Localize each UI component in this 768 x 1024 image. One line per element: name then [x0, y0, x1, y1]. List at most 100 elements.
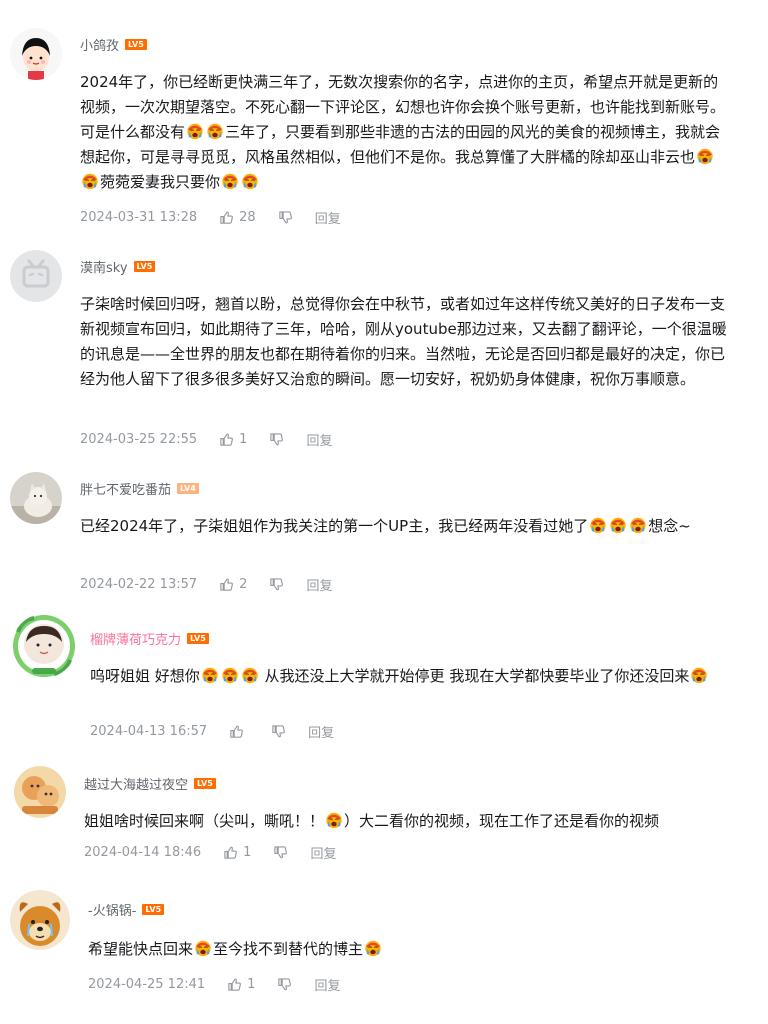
- comment-text-segment: 至今找不到替代的博主: [213, 940, 364, 958]
- crying-emoji-icon: [609, 516, 627, 534]
- reply-button[interactable]: 回复: [314, 975, 340, 994]
- level-badge: LV4: [177, 482, 199, 494]
- thumb-up-icon: [227, 977, 242, 992]
- reply-button[interactable]: 回复: [315, 208, 341, 227]
- dislike-button[interactable]: [277, 977, 292, 992]
- avatar[interactable]: [10, 890, 70, 950]
- comment-text: 2024年了，你已经断更快满三年了，无数次搜索你的名字，点进你的主页，希望点开就…: [80, 70, 728, 195]
- like-count: 2: [239, 576, 248, 592]
- comment-meta: 2024-02-22 13:57 2 回复: [80, 574, 332, 594]
- like-button[interactable]: 1: [219, 432, 247, 447]
- crying-emoji-icon: [186, 122, 204, 140]
- like-count: 1: [239, 431, 248, 447]
- level-badge: LV5: [187, 632, 209, 644]
- avatar-dog-icon: [10, 890, 70, 950]
- crying-emoji-icon: [696, 147, 714, 165]
- comment-text: 子柒啥时候回归呀，翘首以盼，总觉得你会在中秋节，或者如过年这样传统又美好的日子发…: [80, 292, 728, 392]
- thumb-up-icon: [223, 845, 238, 860]
- comment-meta: 2024-04-14 18:46 1 回复: [84, 842, 336, 862]
- comment-text-segment: 从我还没上大学就开始停更 我现在大学都快要毕业了你还没回来: [259, 667, 690, 685]
- comment-text: 希望能快点回来 至今找不到替代的博主: [88, 937, 728, 962]
- crying-emoji-icon: [241, 666, 259, 684]
- username[interactable]: 越过大海越过夜空: [84, 774, 188, 793]
- dislike-button[interactable]: [278, 210, 293, 225]
- avatar-girl-icon: [10, 28, 62, 80]
- like-count: 28: [239, 209, 256, 225]
- like-button[interactable]: 28: [219, 210, 256, 225]
- thumb-up-icon: [219, 577, 234, 592]
- avatar-cat-icon: [10, 472, 62, 524]
- comment-text: 已经2024年了，子柒姐姐作为我关注的第一个UP主，我已经两年没看过她了 想念~: [80, 514, 728, 539]
- like-button[interactable]: 1: [227, 977, 255, 992]
- thumb-down-icon: [271, 724, 286, 739]
- crying-emoji-icon: [201, 666, 219, 684]
- crying-emoji-icon: [221, 666, 239, 684]
- comment-text: 姐姐啥时候回来啊（尖叫，嘶吼！！ ）大二看你的视频，现在工作了还是看你的视频: [84, 809, 728, 834]
- comment-text-segment: 已经2024年了，子柒姐姐作为我关注的第一个UP主，我已经两年没看过她了: [80, 517, 589, 535]
- avatar[interactable]: [10, 28, 62, 80]
- dislike-button[interactable]: [269, 432, 284, 447]
- thumb-down-icon: [273, 845, 288, 860]
- like-button[interactable]: 1: [223, 845, 251, 860]
- comment-date: 2024-04-14 18:46: [84, 844, 202, 860]
- comment-text-segment: 呜呀姐姐 好想你: [90, 667, 200, 685]
- comment-text-segment: 子柒啥时候回归呀，翘首以盼，总觉得你会在中秋节，或者如过年这样传统又美好的日子发…: [80, 295, 727, 388]
- like-count: 1: [243, 844, 252, 860]
- dislike-button[interactable]: [271, 724, 286, 739]
- reply-button[interactable]: 回复: [308, 722, 334, 741]
- thumb-up-icon: [219, 432, 234, 447]
- username[interactable]: -火锅锅-: [88, 900, 136, 919]
- default-avatar-icon: [10, 250, 62, 302]
- comment-text-segment: 希望能快点回来: [88, 940, 194, 958]
- level-badge: LV5: [194, 777, 216, 789]
- dislike-button[interactable]: [273, 845, 288, 860]
- comment-date: 2024-03-25 22:55: [80, 431, 198, 447]
- dislike-button[interactable]: [269, 577, 284, 592]
- avatar-illustration-icon: [14, 766, 66, 818]
- crying-emoji-icon: [206, 122, 224, 140]
- comment-text-segment: 想念~: [648, 517, 691, 535]
- thumb-up-icon: [219, 210, 234, 225]
- crying-emoji-icon: [241, 172, 259, 190]
- username[interactable]: 小鸽孜: [80, 35, 119, 54]
- avatar[interactable]: [14, 766, 66, 818]
- level-badge: LV5: [133, 260, 156, 272]
- crying-emoji-icon: [629, 516, 647, 534]
- crying-emoji-icon: [364, 939, 382, 957]
- crying-emoji-icon: [589, 516, 607, 534]
- avatar-pendant-frame-icon: [13, 615, 75, 677]
- thumb-down-icon: [269, 432, 284, 447]
- comment-date: 2024-03-31 13:28: [80, 209, 198, 225]
- comment-meta: 2024-03-25 22:55 1 回复: [80, 429, 332, 449]
- reply-button[interactable]: 回复: [310, 843, 336, 862]
- reply-button[interactable]: 回复: [306, 430, 332, 449]
- comment-text-segment: 姐姐啥时候回来啊（尖叫，嘶吼！！: [84, 812, 325, 830]
- like-button[interactable]: 2: [219, 577, 247, 592]
- comment-text: 呜呀姐姐 好想你 从我还没上大学就开始停更 我现在大学都快要毕业了你还没回来: [90, 664, 728, 689]
- crying-emoji-icon: [325, 811, 343, 829]
- reply-button[interactable]: 回复: [306, 575, 332, 594]
- level-badge: LV5: [142, 903, 165, 915]
- like-button[interactable]: [229, 724, 249, 739]
- avatar[interactable]: [10, 472, 62, 524]
- thumb-down-icon: [278, 210, 293, 225]
- comment-text-segment: ）大二看你的视频，现在工作了还是看你的视频: [344, 812, 660, 830]
- comment-date: 2024-04-13 16:57: [90, 723, 208, 739]
- crying-emoji-icon: [81, 172, 99, 190]
- username[interactable]: 胖七不爱吃番茄: [80, 479, 171, 498]
- avatar[interactable]: [12, 614, 76, 678]
- username[interactable]: 榴牌薄荷巧克力: [90, 629, 181, 648]
- comment-meta: 2024-04-13 16:57 回复: [90, 721, 334, 741]
- comment-text-segment: 菀菀爱妻我只要你: [100, 173, 221, 191]
- like-count: 1: [247, 976, 256, 992]
- thumb-down-icon: [269, 577, 284, 592]
- username[interactable]: 漠南sky: [80, 257, 128, 276]
- crying-emoji-icon: [194, 939, 212, 957]
- thumb-down-icon: [277, 977, 292, 992]
- avatar[interactable]: [10, 250, 62, 302]
- crying-emoji-icon: [221, 172, 239, 190]
- comment-meta: 2024-04-25 12:41 1 回复: [88, 974, 340, 994]
- crying-emoji-icon: [690, 666, 708, 684]
- comment-meta: 2024-03-31 13:28 28 回复: [80, 207, 341, 227]
- thumb-up-icon: [229, 724, 244, 739]
